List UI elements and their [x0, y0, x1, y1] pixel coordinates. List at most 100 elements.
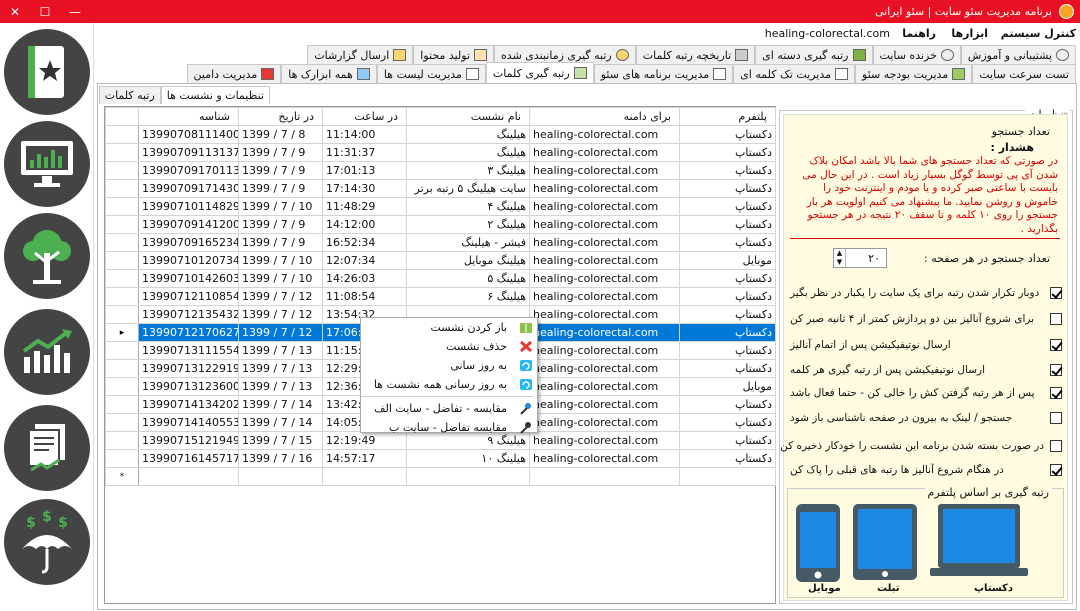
row-header[interactable] — [105, 359, 139, 378]
checkbox[interactable] — [1050, 387, 1062, 399]
tab-keyword-ranking[interactable]: رتبه گیری کلمات — [485, 62, 594, 83]
tab-domain-management[interactable]: مدیریت دامین — [186, 64, 282, 83]
subtab-settings-sessions[interactable]: تنظیمات و نشست ها — [160, 86, 270, 104]
checkbox[interactable] — [1050, 313, 1062, 325]
tab-support-training[interactable]: پشتیبانی و آموزش — [960, 45, 1076, 64]
table-row[interactable]: 13990710120734 1399 / 7 / 10 12:07:34 هیلین… — [105, 251, 776, 270]
checkbox-row[interactable]: جستجو / لینک به بیرون در صفحه ناشناسی با… — [790, 410, 1062, 426]
table-row[interactable]: 13990708111400 1399 / 7 / 8 11:14:00 هیلینگ… — [105, 125, 776, 144]
row-header[interactable] — [105, 413, 139, 432]
empty-cell[interactable] — [406, 467, 530, 486]
table-row[interactable]: 13990710142603 1399 / 7 / 10 14:26:03 هیلین… — [105, 269, 776, 288]
row-header[interactable] — [105, 215, 139, 234]
tab-send-reports[interactable]: ارسال گزارشات — [307, 45, 414, 64]
ctx-delete-session[interactable]: حذف نشست — [361, 337, 537, 356]
mobile-platform-icon[interactable] — [795, 503, 841, 583]
menu-help[interactable]: راهنما — [902, 27, 936, 40]
tab-seo-budget[interactable]: مدیریت بودجه سئو — [855, 64, 973, 83]
column-header-domain[interactable]: برای دامنه — [529, 107, 680, 126]
row-header[interactable] — [105, 269, 139, 288]
close-button[interactable]: ✕ — [0, 0, 30, 23]
menu-tools[interactable]: ابزارها — [951, 27, 988, 40]
table-row[interactable]: 13990709141200 1399 / 7 / 9 14:12:00 هیلینگ… — [105, 215, 776, 234]
minimize-button[interactable]: — — [60, 0, 90, 23]
row-header[interactable] — [105, 377, 139, 396]
subtab-keyword-ranks[interactable]: رتبه کلمات — [98, 86, 161, 104]
ctx-update-all[interactable]: به روز رسانی همه نشست ها — [361, 375, 537, 394]
tab-list-management[interactable]: مدیریت لیست ها — [376, 64, 486, 83]
empty-cell[interactable] — [138, 467, 239, 486]
row-header[interactable] — [105, 449, 139, 468]
tab-row-2: تست سرعت سایت مدیریت بودجه سئو مدیریت تک… — [96, 62, 1076, 83]
report-icon[interactable] — [4, 405, 90, 491]
checkbox[interactable] — [1050, 339, 1062, 351]
column-header-session-name[interactable]: نام نشست — [406, 107, 530, 126]
row-header[interactable] — [105, 395, 139, 414]
table-row[interactable]: 13990710114829 1399 / 7 / 10 11:48:29 هیلین… — [105, 197, 776, 216]
table-row[interactable]: 13990709113137 1399 / 7 / 9 11:31:37 هیلینگ… — [105, 143, 776, 162]
column-header-platform[interactable]: پلتفرم — [679, 107, 776, 126]
row-header[interactable]: ▸ — [105, 323, 139, 342]
ctx-compare-site-b[interactable]: مقایسه تفاضل - سایت ب — [361, 418, 537, 437]
row-header[interactable] — [105, 161, 139, 180]
per-page-spinner[interactable]: ▲ ▼ ۲۰ — [833, 248, 887, 268]
tab-keyword-rank-history[interactable]: تاریخچه رتبه کلمات — [635, 45, 756, 64]
row-header[interactable] — [105, 431, 139, 450]
checkbox-row[interactable]: پس از هر رتبه گرفتن کش را خالی کن - حتما… — [790, 385, 1062, 401]
tab-content-generation[interactable]: تولید محتوا — [413, 45, 495, 64]
empty-cell[interactable] — [238, 467, 323, 486]
checkbox-row[interactable]: برای شروع آنالیز بین دو پردازش کمتر از ۴… — [790, 311, 1062, 327]
favorite-book-icon[interactable] — [4, 29, 90, 115]
empty-cell[interactable] — [322, 467, 407, 486]
table-row[interactable]: 13990709170113 1399 / 7 / 9 17:01:13 هیلینگ… — [105, 161, 776, 180]
empty-cell[interactable] — [679, 467, 776, 486]
checkbox[interactable] — [1050, 287, 1062, 299]
monitor-chart-icon[interactable] — [4, 121, 90, 207]
menu-system-control[interactable]: کنترل سیستم — [1001, 27, 1076, 40]
spinner-arrows[interactable]: ▲ ▼ — [834, 249, 846, 267]
desktop-platform-icon[interactable] — [930, 502, 1028, 582]
checkbox[interactable] — [1050, 364, 1062, 376]
ctx-open-session[interactable]: باز کردن نشست — [361, 318, 537, 337]
tab-site-crawler[interactable]: خزنده سایت — [872, 45, 961, 64]
ctx-compare-site-a[interactable]: مقایسه - تفاضل - سایت الف — [361, 399, 537, 418]
checkbox-row[interactable]: دوبار تکرار شدن رتبه برای یک سایت را یکب… — [790, 285, 1062, 301]
row-header[interactable] — [105, 179, 139, 198]
checkbox[interactable] — [1050, 464, 1062, 476]
row-header[interactable] — [105, 233, 139, 252]
column-header-time[interactable]: در ساعت — [322, 107, 407, 126]
ctx-update[interactable]: به روز سانی — [361, 356, 537, 375]
tab-seo-programs[interactable]: مدیریت برنامه های سئو — [593, 64, 734, 83]
tree-icon[interactable] — [4, 213, 90, 299]
row-header[interactable] — [105, 125, 139, 144]
row-header[interactable] — [105, 197, 139, 216]
maximize-button[interactable]: ☐ — [30, 0, 60, 23]
row-header[interactable] — [105, 287, 139, 306]
row-header[interactable] — [105, 143, 139, 162]
tab-batch-ranking[interactable]: رتبه گیری دسته ای — [755, 45, 873, 64]
money-umbrella-icon[interactable]: $ $ $ — [4, 499, 90, 585]
growth-chart-icon[interactable] — [4, 309, 90, 395]
checkbox-row[interactable]: ارسال نوتیفیکیشن پس از اتمام آنالیز — [790, 337, 1062, 353]
empty-cell[interactable] — [529, 467, 680, 486]
checkbox-row[interactable]: در هنگام شروع آنالیز ها رتبه های قبلی را… — [790, 462, 1062, 478]
table-row[interactable]: 13990716145717 1399 / 7 / 16 14:57:17 هیلین… — [105, 449, 776, 468]
row-header[interactable]: * — [105, 467, 139, 486]
tablet-platform-icon[interactable] — [852, 503, 918, 581]
row-header[interactable] — [105, 251, 139, 270]
row-header[interactable] — [105, 305, 139, 324]
new-row[interactable]: * — [105, 467, 776, 486]
tab-site-speed-test[interactable]: تست سرعت سایت — [972, 64, 1076, 83]
checkbox-row[interactable]: در صورت بسته شدن برنامه این نشست را خودک… — [780, 438, 1062, 454]
column-header-date[interactable]: در تاریخ — [238, 107, 323, 126]
checkbox[interactable] — [1050, 412, 1062, 424]
table-row[interactable]: 13990709165234 1399 / 7 / 9 16:52:34 فیشر -… — [105, 233, 776, 252]
checkbox[interactable] — [1050, 440, 1062, 452]
table-row[interactable]: 13990709171430 1399 / 7 / 9 17:14:30 سایت ه… — [105, 179, 776, 198]
checkbox-row[interactable]: ارسال نوتیفیکیشن پس از رتبه گیری هر کلمه — [790, 362, 1062, 378]
tab-single-keyword[interactable]: مدیریت تک کلمه ای — [733, 64, 856, 83]
column-header-id[interactable]: شناسه — [138, 107, 239, 126]
tab-all-widgets[interactable]: همه ابزارک ها — [281, 64, 377, 83]
table-row[interactable]: 13990712110854 1399 / 7 / 12 11:08:54 هیلین… — [105, 287, 776, 306]
row-header[interactable] — [105, 341, 139, 360]
